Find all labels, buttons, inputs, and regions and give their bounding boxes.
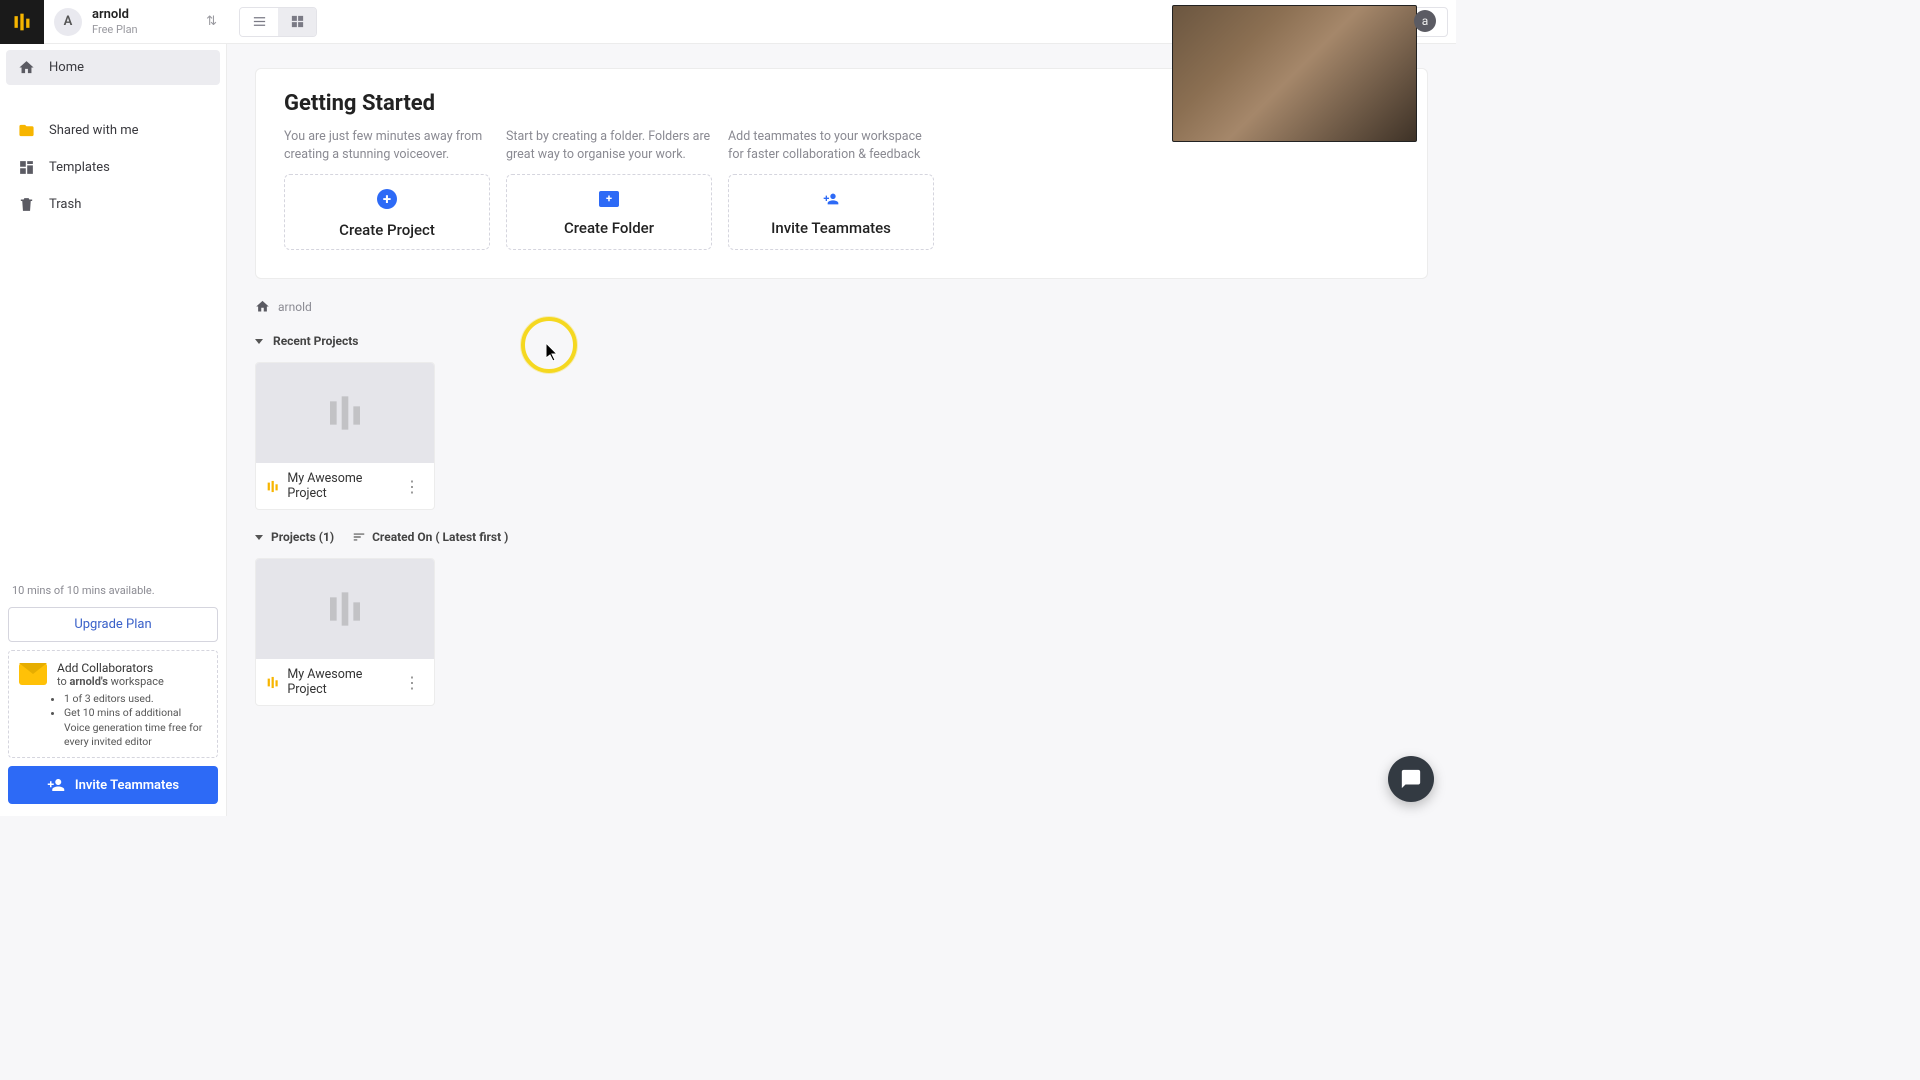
grid-icon: [290, 14, 305, 29]
person-add-icon: [820, 191, 842, 207]
webcam-overlay: [1172, 5, 1417, 142]
project-menu-button[interactable]: ⋮: [400, 673, 424, 692]
collab-bullet: 1 of 3 editors used.: [64, 692, 207, 706]
tile-desc: You are just few minutes away from creat…: [284, 128, 490, 164]
projects-header[interactable]: Projects (1): [255, 530, 334, 544]
brand-icon: [325, 589, 365, 629]
project-menu-button[interactable]: ⋮: [400, 477, 424, 496]
nav-home[interactable]: Home: [6, 50, 220, 85]
brand-icon: [12, 12, 32, 32]
create-folder-tile[interactable]: Create Folder: [506, 174, 712, 250]
chat-icon: [1400, 768, 1422, 790]
brand-icon: [266, 675, 279, 690]
chat-fab[interactable]: [1388, 756, 1434, 802]
tile-desc: Start by creating a folder. Folders are …: [506, 128, 712, 164]
brand-logo[interactable]: [0, 0, 44, 44]
project-name: My Awesome Project: [287, 471, 392, 501]
create-project-tile[interactable]: + Create Project: [284, 174, 490, 250]
tile-label: Invite Teammates: [771, 219, 891, 237]
project-thumbnail: [256, 363, 434, 463]
nav-templates[interactable]: Templates: [6, 150, 220, 185]
trash-icon: [18, 196, 35, 213]
folder-plus-icon: [599, 191, 619, 207]
view-list-button[interactable]: [240, 8, 278, 36]
list-icon: [252, 14, 267, 29]
project-card[interactable]: My Awesome Project ⋮: [255, 558, 435, 706]
collab-bullet: Get 10 mins of additional Voice generati…: [64, 706, 207, 749]
workspace-plan: Free Plan: [92, 23, 138, 36]
project-thumbnail: [256, 559, 434, 659]
usage-text: 10 mins of 10 mins available.: [8, 582, 218, 599]
collab-title: Add Collaborators: [57, 661, 164, 675]
view-toggle: [239, 7, 317, 37]
person-add-icon: [47, 776, 65, 794]
nav-shared[interactable]: Shared with me: [6, 113, 220, 148]
nav-label: Home: [49, 60, 84, 75]
brand-icon: [266, 479, 279, 494]
invite-label: Invite Teammates: [75, 778, 179, 793]
project-name: My Awesome Project: [287, 667, 392, 697]
caret-down-icon: [255, 535, 263, 540]
section-title: Recent Projects: [273, 334, 358, 348]
tile-label: Create Folder: [564, 219, 654, 237]
invite-teammates-button[interactable]: Invite Teammates: [8, 766, 218, 804]
workspace-name: arnold: [92, 7, 138, 23]
sort-selector[interactable]: Created On ( Latest first ): [352, 530, 508, 544]
tile-label: Create Project: [339, 221, 435, 239]
invite-teammates-tile[interactable]: Invite Teammates: [728, 174, 934, 250]
templates-icon: [18, 159, 35, 176]
tile-desc: Add teammates to your workspace for fast…: [728, 128, 934, 164]
caret-down-icon: [255, 339, 263, 344]
collaborators-card: Add Collaborators to arnold's workspace …: [8, 650, 218, 758]
home-icon: [18, 59, 35, 76]
recent-projects-header[interactable]: Recent Projects: [255, 334, 1428, 348]
home-icon: [255, 299, 270, 314]
mail-icon: [19, 663, 47, 685]
section-title: Projects (1): [271, 530, 334, 544]
workspace-selector[interactable]: A arnold Free Plan ⇅: [44, 0, 227, 44]
collab-subtitle: to arnold's workspace: [57, 675, 164, 688]
sort-icon: [352, 530, 366, 544]
brand-icon: [325, 393, 365, 433]
workspace-avatar: A: [54, 8, 82, 36]
view-grid-button[interactable]: [278, 8, 316, 36]
breadcrumb-root: arnold: [278, 300, 312, 314]
folder-shared-icon: [18, 122, 35, 139]
upgrade-plan-button[interactable]: Upgrade Plan: [8, 607, 218, 642]
cursor-icon: [546, 343, 560, 361]
plus-circle-icon: +: [377, 189, 397, 209]
nav-label: Templates: [49, 160, 110, 175]
user-avatar[interactable]: a: [1414, 10, 1436, 32]
main-content: Getting Started You are just few minutes…: [227, 44, 1456, 816]
chevron-updown-icon: ⇅: [206, 14, 217, 29]
breadcrumb[interactable]: arnold: [255, 299, 1428, 314]
project-card[interactable]: My Awesome Project ⋮: [255, 362, 435, 510]
sidebar: Home Shared with me Templates Trash 10 m…: [0, 44, 227, 816]
nav-label: Shared with me: [49, 123, 139, 138]
nav-label: Trash: [49, 197, 81, 212]
nav-trash[interactable]: Trash: [6, 187, 220, 222]
sort-label: Created On ( Latest first ): [372, 530, 508, 544]
